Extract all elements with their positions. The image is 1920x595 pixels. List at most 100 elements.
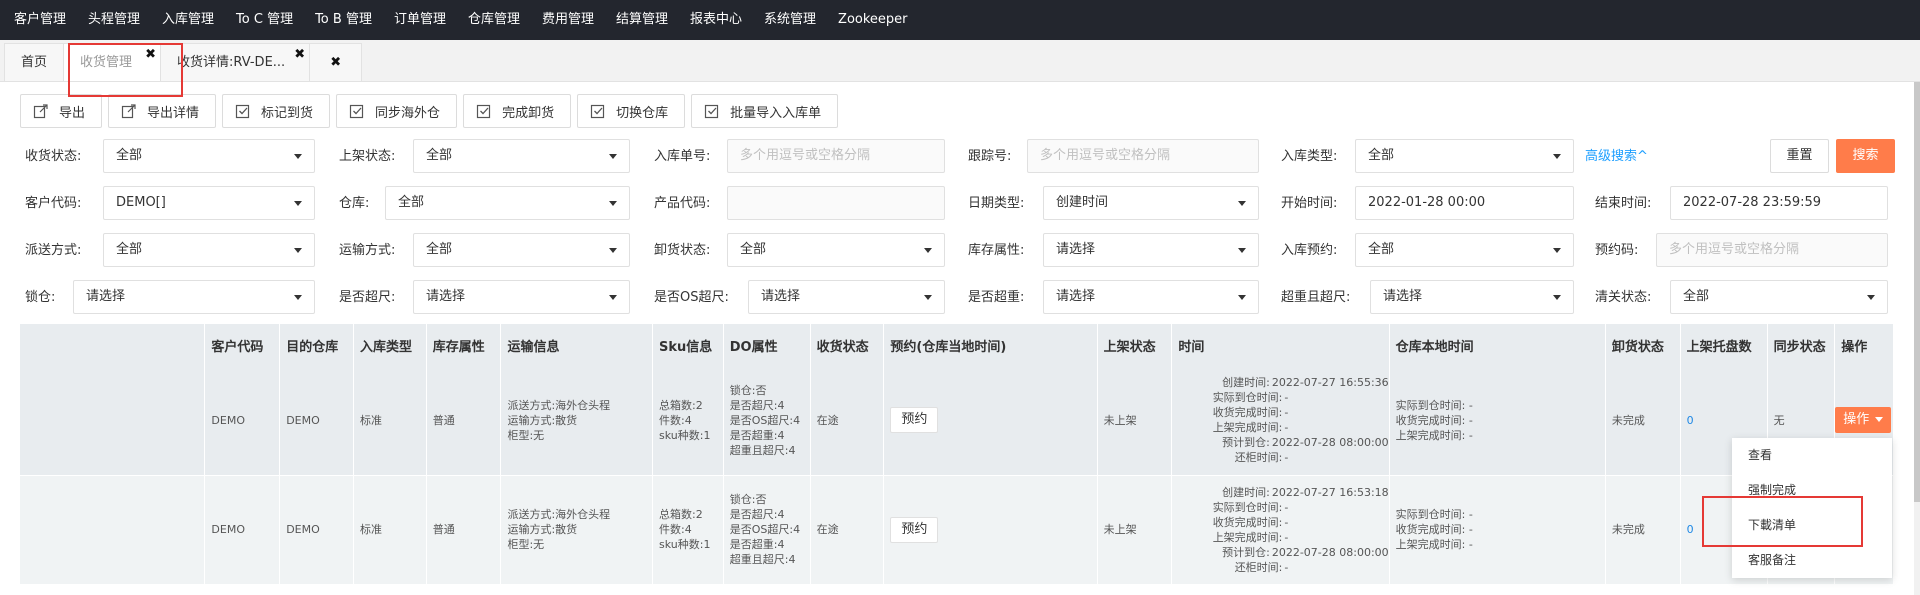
advanced-search-link[interactable]: 高级搜索^ xyxy=(1585,139,1648,175)
close-icon[interactable]: ✖ xyxy=(294,48,305,61)
os-oversize-select[interactable]: 请选择 xyxy=(748,280,945,314)
col-receive-status: 收货状态 xyxy=(810,324,885,366)
nav-reports[interactable]: 报表中心 xyxy=(682,0,756,40)
transport-cell: 派送方式:海外仓头程 运输方式:散货 柜型:无 xyxy=(500,475,654,585)
nav-first-leg[interactable]: 头程管理 xyxy=(80,0,154,40)
sku-line: 总箱数:2 xyxy=(659,508,703,521)
reset-button[interactable]: 重置 xyxy=(1770,139,1829,173)
transport-method-label: 运输方式: xyxy=(339,243,396,258)
button-label: 同步海外仓 xyxy=(375,105,441,121)
table-row[interactable]: DEMO DEMO 标准 普通 派送方式:海外仓头程 运输方式:散货 柜型:无 … xyxy=(20,366,1894,476)
col-shelf-status: 上架状态 xyxy=(1097,324,1173,366)
batch-import-button[interactable]: 批量导入入库单 xyxy=(691,94,839,128)
export-button[interactable]: 导出 xyxy=(20,94,103,128)
product-code-input[interactable] xyxy=(727,186,945,220)
start-time-input[interactable]: 2022-01-28 00:00 xyxy=(1355,186,1574,220)
customs-status-select[interactable]: 全部 xyxy=(1670,280,1888,314)
receive-status-select[interactable]: 全部 xyxy=(103,139,315,173)
type-cell: 标准 xyxy=(353,475,427,585)
sku-cell: 总箱数:2 件数:4 sku种数:1 xyxy=(652,366,724,476)
lock-label: 锁仓: xyxy=(25,290,56,305)
pallets-link[interactable]: 0 xyxy=(1687,414,1694,427)
appointment-cell: 预约 xyxy=(883,475,1098,585)
inbound-type-select[interactable]: 全部 xyxy=(1355,139,1574,173)
filter-panel: 收货状态: 全部 上架状态: 全部 入库单号: 多个用逗号或空格分隔 跟踪号: … xyxy=(0,132,1920,318)
do-line: 是否超重:4 xyxy=(729,538,785,551)
col-local-time: 仓库本地时间 xyxy=(1389,324,1606,366)
shelf-status-cell: 未上架 xyxy=(1097,366,1173,476)
menu-item-view[interactable]: 查看 xyxy=(1732,438,1892,473)
nav-toc[interactable]: To C 管理 xyxy=(228,0,307,40)
menu-item-cs-note[interactable]: 客服备注 xyxy=(1732,543,1892,578)
transport-method-select[interactable]: 全部 xyxy=(413,233,630,267)
customer-cell: DEMO xyxy=(204,366,281,476)
tab-close-all[interactable]: ✖ xyxy=(309,43,363,81)
overweight-select[interactable]: 请选择 xyxy=(1043,280,1259,314)
table-row[interactable]: DEMO DEMO 标准 普通 派送方式:海外仓头程 运输方式:散货 柜型:无 … xyxy=(20,475,1894,585)
mark-arrived-button[interactable]: 标记到货 xyxy=(222,94,331,128)
nav-fees[interactable]: 费用管理 xyxy=(534,0,608,40)
lock-select[interactable]: 请选择 xyxy=(73,280,315,314)
ow-oversize-label: 超重且超尺: xyxy=(1281,290,1351,305)
time-key: 收货完成时间: xyxy=(1212,515,1283,529)
time-key: 实际到仓时间: xyxy=(1212,391,1283,405)
time-value: 2022-07-27 16:53:18 xyxy=(1271,485,1389,499)
time-key: 创建时间: xyxy=(1222,485,1270,499)
end-time-input[interactable]: 2022-07-28 23:59:59 xyxy=(1670,186,1888,220)
do-cell: 锁仓:否 是否超尺:4 是否OS超尺:4 是否超重:4 超重且超尺:4 xyxy=(723,366,811,476)
search-button[interactable]: 搜索 xyxy=(1836,139,1895,173)
scrollbar-thumb[interactable] xyxy=(1914,82,1920,502)
time-value: - xyxy=(1284,500,1289,514)
nav-tob[interactable]: To B 管理 xyxy=(307,0,386,40)
time-value: - xyxy=(1284,406,1289,420)
time-value: - xyxy=(1284,451,1289,465)
unload-status-label: 卸货状态: xyxy=(654,243,711,258)
inbound-appt-select[interactable]: 全部 xyxy=(1355,233,1574,267)
appt-code-input[interactable]: 多个用逗号或空格分隔 xyxy=(1656,233,1888,267)
inbound-no-label: 入库单号: xyxy=(654,149,711,164)
customer-code-select[interactable]: DEMO[] xyxy=(103,186,315,220)
date-type-select[interactable]: 创建时间 xyxy=(1043,186,1259,220)
table-header: 客户代码 目的仓库 入库类型 库存属性 运输信息 Sku信息 DO属性 收货状态… xyxy=(20,324,1894,366)
sync-overseas-button[interactable]: 同步海外仓 xyxy=(336,94,458,128)
time-key: 预计到仓: xyxy=(1222,545,1270,559)
local-time-line: 实际到仓时间: - xyxy=(1395,508,1473,521)
shelf-status-select[interactable]: 全部 xyxy=(413,139,630,173)
delivery-method-select[interactable]: 全部 xyxy=(103,233,315,267)
nav-settlement[interactable]: 结算管理 xyxy=(608,0,682,40)
finish-unload-button[interactable]: 完成卸货 xyxy=(463,94,572,128)
inbound-no-input[interactable]: 多个用逗号或空格分隔 xyxy=(727,139,945,173)
warehouse-select[interactable]: 全部 xyxy=(385,186,630,220)
do-line: 超重且超尺:4 xyxy=(729,443,796,457)
time-cell: 创建时间: 2022-07-27 16:55:36 实际到仓时间: - 收货完成时间… xyxy=(1171,366,1390,476)
nav-orders[interactable]: 订单管理 xyxy=(386,0,460,40)
stock-attr-select[interactable]: 请选择 xyxy=(1043,233,1259,267)
export-detail-button[interactable]: 导出详情 xyxy=(108,94,217,128)
do-cell: 锁仓:否 是否超尺:4 是否OS超尺:4 是否超重:4 超重且超尺:4 xyxy=(723,475,811,585)
date-type-label: 日期类型: xyxy=(968,196,1025,211)
do-line: 是否超尺:4 xyxy=(729,508,785,521)
ow-oversize-select[interactable]: 请选择 xyxy=(1370,280,1574,314)
nav-zookeeper[interactable]: Zookeeper xyxy=(830,0,921,40)
time-value: - xyxy=(1284,421,1289,435)
pallets-link[interactable]: 0 xyxy=(1687,523,1694,536)
vertical-scrollbar[interactable] xyxy=(1914,82,1920,595)
nav-customer[interactable]: 客户管理 xyxy=(6,0,80,40)
switch-warehouse-button[interactable]: 切换仓库 xyxy=(577,94,686,128)
col-action: 操作 xyxy=(1834,324,1894,366)
receive-status-cell: 在途 xyxy=(810,366,885,476)
col-select xyxy=(20,324,206,366)
book-button[interactable]: 预约 xyxy=(890,407,939,434)
inbound-appt-label: 入库预约: xyxy=(1281,243,1338,258)
os-oversize-label: 是否OS超尺: xyxy=(654,290,729,305)
col-transport-info: 运输信息 xyxy=(500,324,654,366)
tab-home[interactable]: 首页 xyxy=(4,43,65,81)
tracking-no-input[interactable]: 多个用逗号或空格分隔 xyxy=(1027,139,1259,173)
unload-status-select[interactable]: 全部 xyxy=(727,233,945,267)
nav-system[interactable]: 系统管理 xyxy=(756,0,830,40)
nav-warehouse[interactable]: 仓库管理 xyxy=(460,0,534,40)
book-button[interactable]: 预约 xyxy=(890,516,939,543)
action-dropdown-button[interactable]: 操作 xyxy=(1835,407,1892,434)
nav-inbound[interactable]: 入库管理 xyxy=(154,0,228,40)
oversize-select[interactable]: 请选择 xyxy=(413,280,630,314)
